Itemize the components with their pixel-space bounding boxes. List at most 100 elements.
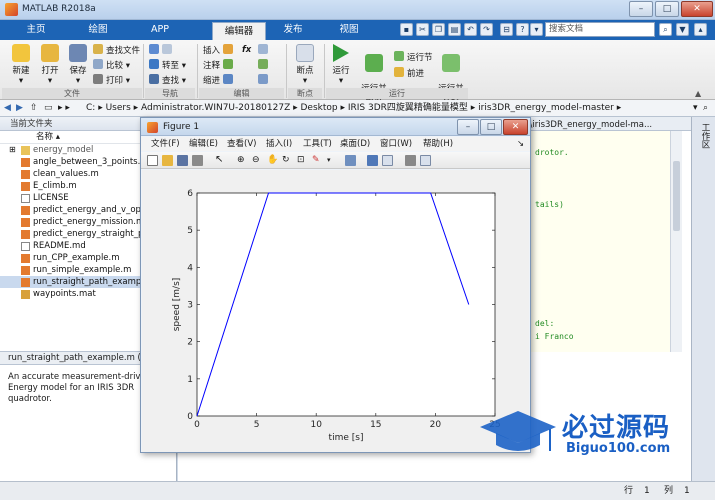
brush-dropdown-icon[interactable]: ▾ <box>327 155 338 166</box>
tab-home[interactable]: 主页 <box>10 20 62 40</box>
pan-hand-icon[interactable]: ✋ <box>267 155 278 166</box>
save-button[interactable]: 保存 ▾ <box>64 44 92 86</box>
menu-tools[interactable]: 工具(T) <box>303 137 332 151</box>
y-tick-label: 6 <box>187 189 193 199</box>
open-file-icon[interactable] <box>162 155 173 166</box>
menu-edit[interactable]: 编辑(E) <box>189 137 218 151</box>
print-button[interactable]: 打印 ▾ <box>93 74 130 86</box>
notification-icon[interactable]: ▼ <box>676 23 689 36</box>
breadcrumb-item[interactable]: Users <box>106 103 131 113</box>
maximize-button[interactable]: □ <box>655 1 679 17</box>
insert-button[interactable]: 插入 <box>203 44 236 56</box>
browse-folder-icon[interactable]: ▭ <box>44 100 53 116</box>
comment-button[interactable]: 注释 <box>203 59 236 71</box>
m-file-icon <box>21 254 30 263</box>
find-files-icon <box>93 44 103 54</box>
figure-maximize-button[interactable]: □ <box>480 119 502 135</box>
rotate-3d-icon[interactable]: ↻ <box>282 155 293 166</box>
new-button[interactable]: 新建 ▾ <box>6 44 36 86</box>
expand-icon[interactable]: ⊞ <box>9 144 16 156</box>
group-label-edit: 编辑 <box>199 88 284 99</box>
indent-button[interactable]: 缩进 <box>203 74 236 86</box>
new-figure-icon[interactable] <box>147 155 158 166</box>
address-dropdown-icon[interactable]: ▾ <box>693 100 698 116</box>
minimize-button[interactable]: – <box>629 1 653 17</box>
forward-icon[interactable]: ▶ <box>16 100 23 116</box>
tab-plots[interactable]: 绘图 <box>72 20 124 40</box>
save-quick-icon[interactable]: ▪ <box>400 23 413 36</box>
up-folder-icon[interactable]: ⇧ <box>30 100 38 116</box>
paste-icon[interactable]: ▤ <box>448 23 461 36</box>
tab-apps[interactable]: APP <box>134 20 186 40</box>
outdent-tools[interactable] <box>258 74 271 86</box>
address-bar[interactable]: ◀ ▶ ⇧ ▭ ▸ ▸ C: ▸ Users ▸ Administrator.W… <box>0 100 715 117</box>
menu-view[interactable]: 查看(V) <box>227 137 256 151</box>
cut-icon[interactable]: ✂ <box>416 23 429 36</box>
breadcrumb-item[interactable]: C: <box>86 103 95 113</box>
figure-title-bar[interactable]: Figure 1 – □ ✕ <box>141 118 530 136</box>
menu-help[interactable]: 帮助(H) <box>423 137 453 151</box>
zoom-out-icon[interactable]: ⊖ <box>252 155 263 166</box>
search-icon[interactable]: ⌕ <box>659 23 672 36</box>
open-button[interactable]: 打开 ▾ <box>36 44 64 86</box>
breadcrumb-item[interactable]: IRIS 3DR四旋翼精确能量模型 <box>348 103 468 113</box>
breadcrumb-item[interactable]: Administrator.WIN7U-20180127Z <box>141 103 290 113</box>
code-editor[interactable]: drotor. tails) del: i Franco <box>520 131 670 352</box>
zoom-in-icon[interactable]: ⊕ <box>237 155 248 166</box>
workspace-tab[interactable]: 工作区 <box>698 123 710 149</box>
menu-window[interactable]: 窗口(W) <box>380 137 412 151</box>
pointer-icon[interactable]: ↖ <box>215 155 226 166</box>
tab-publish[interactable]: 发布 <box>268 20 318 40</box>
menu-desktop[interactable]: 桌面(D) <box>340 137 370 151</box>
insert-function-button[interactable]: fx <box>242 44 251 56</box>
tab-view[interactable]: 视图 <box>324 20 374 40</box>
back-forward-button[interactable] <box>149 44 175 56</box>
insert-section-icon <box>222 44 233 54</box>
figure-canvas[interactable]: 05101520250123456 time [s] speed [m/s] <box>142 170 529 452</box>
close-button[interactable]: ✕ <box>681 1 713 17</box>
dock-figure-icon[interactable]: ↘ <box>517 137 524 151</box>
brush-icon[interactable]: ✎ <box>312 155 323 166</box>
find-button[interactable]: 查找 ▾ <box>149 74 186 86</box>
login-icon[interactable]: ▴ <box>694 23 707 36</box>
menu-insert[interactable]: 插入(I) <box>266 137 292 151</box>
figure-minimize-button[interactable]: – <box>457 119 479 135</box>
show-plot-tools-icon[interactable] <box>420 155 431 166</box>
run-section-button[interactable]: 运行节 <box>394 51 433 63</box>
print-figure-icon[interactable] <box>192 155 203 166</box>
breakpoints-button[interactable]: 断点 ▾ <box>290 44 320 86</box>
help-icon[interactable]: ? <box>516 23 529 36</box>
menu-file[interactable]: 文件(F) <box>151 137 180 151</box>
collapse-ribbon-icon[interactable]: ▲ <box>695 89 701 98</box>
goto-button[interactable]: 转至 ▾ <box>149 59 186 71</box>
colorbar-icon[interactable] <box>367 155 378 166</box>
editor-scrollbar[interactable] <box>670 131 682 352</box>
watermark-title: 必过源码 <box>562 413 671 443</box>
uncomment-tools[interactable] <box>258 59 271 71</box>
scrollbar-thumb[interactable] <box>673 161 680 231</box>
tab-editor[interactable]: 编辑器 <box>212 22 266 40</box>
undo-icon[interactable]: ↶ <box>464 23 477 36</box>
legend-icon[interactable] <box>382 155 393 166</box>
back-icon[interactable]: ◀ <box>4 100 11 116</box>
data-cursor-icon[interactable]: ⊡ <box>297 155 308 166</box>
run-button[interactable]: 运行 ▾ <box>328 44 354 86</box>
link-plot-icon[interactable] <box>345 155 356 166</box>
advance-button[interactable]: 前进 <box>394 67 424 79</box>
redo-icon[interactable]: ↷ <box>480 23 493 36</box>
search-docs-input[interactable]: 搜索文档 <box>545 22 655 37</box>
switch-window-icon[interactable]: ⊟ <box>500 23 513 36</box>
hide-plot-tools-icon[interactable] <box>405 155 416 166</box>
address-search-icon[interactable]: ⌕ <box>703 100 708 116</box>
more-icon[interactable]: ▾ <box>530 23 543 36</box>
breadcrumb-item[interactable]: Desktop <box>301 103 338 113</box>
compare-button[interactable]: 比较 ▾ <box>93 59 130 71</box>
save-figure-icon[interactable] <box>177 155 188 166</box>
figure-close-button[interactable]: ✕ <box>503 119 528 135</box>
format-tools[interactable] <box>258 44 271 56</box>
breadcrumb-item[interactable]: iris3DR_energy_model-master <box>478 103 614 113</box>
figure-window[interactable]: Figure 1 – □ ✕ 文件(F) 编辑(E) 查看(V) 插入(I) 工… <box>140 117 531 453</box>
copy-icon[interactable]: ❐ <box>432 23 445 36</box>
run-advance-icon <box>365 54 383 72</box>
find-files-button[interactable]: 查找文件 <box>93 44 140 56</box>
